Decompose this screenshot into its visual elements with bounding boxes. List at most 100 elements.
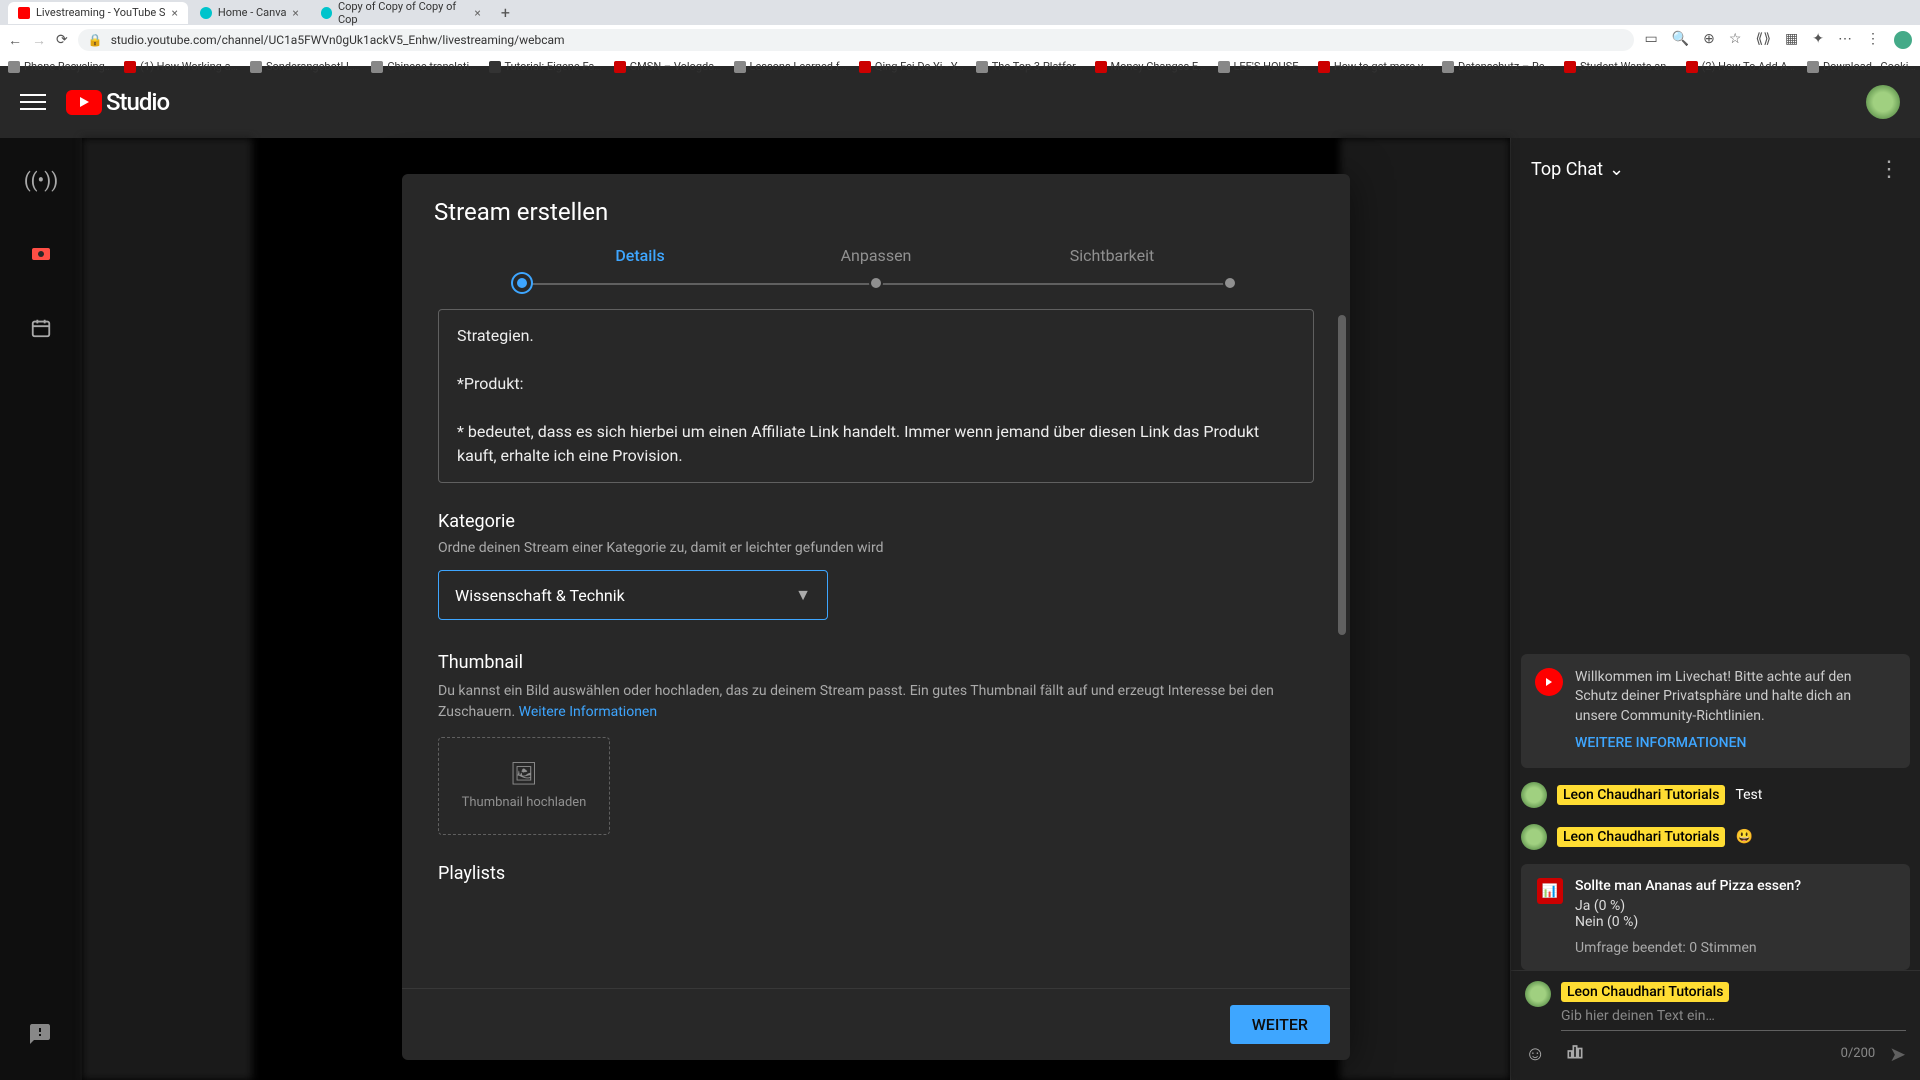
- browser-tab[interactable]: Home - Canva ×: [190, 2, 309, 24]
- author-badge[interactable]: Leon Chaudhari Tutorials: [1557, 827, 1725, 847]
- bookmark-icon: [124, 61, 136, 73]
- gift-icon[interactable]: ⊕: [1703, 31, 1715, 49]
- browser-tab[interactable]: Livestreaming - YouTube S ×: [8, 2, 188, 24]
- share-icon[interactable]: ⟪⟫: [1755, 31, 1771, 49]
- bookmark[interactable]: Datenschutz – Re…: [1442, 60, 1552, 73]
- poll-card: 📊 Sollte man Ananas auf Pizza essen? Ja …: [1521, 864, 1910, 970]
- emoji-button[interactable]: ☺: [1525, 1041, 1545, 1066]
- bookmark[interactable]: The Top 3 Platfor…: [976, 60, 1083, 73]
- poll-icon: 📊: [1537, 878, 1563, 904]
- browser-chrome: Livestreaming - YouTube S × Home - Canva…: [0, 0, 1920, 66]
- poll-option: Nein (0 %): [1575, 914, 1801, 930]
- account-avatar[interactable]: [1866, 85, 1900, 119]
- step-dot: [513, 274, 531, 292]
- star-icon[interactable]: ☆: [1729, 31, 1742, 49]
- chat-menu-button[interactable]: ⋮: [1878, 157, 1900, 182]
- bookmark-icon: [1318, 61, 1330, 73]
- stream-button[interactable]: ((•)): [19, 158, 63, 202]
- upload-thumbnail-button[interactable]: 🖼 Thumbnail hochladen: [438, 737, 610, 835]
- bookmark-icon: [1442, 61, 1454, 73]
- youtube-icon: [1535, 668, 1563, 696]
- category-select[interactable]: Wissenschaft & Technik ▼: [438, 570, 828, 620]
- canva-icon: [200, 7, 212, 19]
- bookmark[interactable]: Money Changes E…: [1095, 60, 1206, 73]
- chat-message: Leon Chaudhari Tutorials 😃: [1521, 822, 1910, 852]
- poll-option: Ja (0 %): [1575, 898, 1801, 914]
- feedback-button[interactable]: [28, 1022, 52, 1052]
- back-button[interactable]: ←: [8, 32, 22, 49]
- logo-text: Studio: [106, 88, 169, 116]
- menu-dots-icon[interactable]: ⋮: [1866, 31, 1880, 49]
- close-icon[interactable]: ×: [171, 6, 177, 20]
- bookmark[interactable]: Qing Fei De Yi - Y…: [859, 60, 964, 73]
- video-icon[interactable]: ▭: [1644, 31, 1657, 49]
- calendar-button[interactable]: [19, 306, 63, 350]
- lock-icon: 🔒: [88, 33, 103, 47]
- chevron-down-icon: ⌄: [1609, 159, 1624, 180]
- avatar: [1521, 824, 1547, 850]
- profile-icon[interactable]: [1894, 31, 1912, 49]
- author-badge[interactable]: Leon Chaudhari Tutorials: [1557, 785, 1725, 805]
- step-details[interactable]: Details: [522, 246, 758, 265]
- welcome-text: Willkommen im Livechat! Bitte achte auf …: [1575, 669, 1851, 724]
- bookmark[interactable]: LEE'S HOUSE…: [1218, 60, 1306, 73]
- send-button[interactable]: ➤: [1889, 1042, 1906, 1066]
- bookmark-icon: [1095, 61, 1107, 73]
- tab-label: Livestreaming - YouTube S: [36, 6, 165, 19]
- app-header: Studio: [0, 66, 1920, 138]
- bookmark[interactable]: Download - Cooki…: [1807, 60, 1916, 73]
- poll-status: Umfrage beendet: 0 Stimmen: [1575, 940, 1801, 956]
- close-icon[interactable]: ×: [474, 6, 480, 20]
- youtube-studio-logo[interactable]: Studio: [66, 88, 169, 116]
- left-rail: ((•)): [0, 138, 82, 1080]
- bookmark[interactable]: (2) How To Add A…: [1686, 60, 1795, 73]
- description-textarea[interactable]: Strategien. *Produkt: * bedeutet, dass e…: [438, 309, 1314, 483]
- reload-button[interactable]: ⟳: [56, 32, 68, 48]
- url-text: studio.youtube.com/channel/UC1a5FWVn0gUk…: [111, 33, 565, 47]
- tab-bar: Livestreaming - YouTube S × Home - Canva…: [0, 0, 1920, 25]
- chat-mode-select[interactable]: Top Chat ⌄: [1531, 159, 1624, 180]
- chat-body: Willkommen im Livechat! Bitte achte auf …: [1511, 200, 1920, 970]
- poll-button[interactable]: [1565, 1041, 1585, 1066]
- bookmark-icon: [250, 61, 262, 73]
- bookmark-icon: [1218, 61, 1230, 73]
- webcam-button[interactable]: [19, 232, 63, 276]
- bookmark[interactable]: Tutorial: Eigene Fa…: [489, 60, 602, 73]
- playlists-title: Playlists: [438, 863, 1314, 884]
- browser-tab[interactable]: Copy of Copy of Copy of Cop ×: [311, 0, 491, 30]
- bookmark[interactable]: How to get more v…: [1318, 60, 1430, 73]
- bookmark[interactable]: (1) How Working a…: [124, 60, 238, 73]
- new-tab-button[interactable]: +: [493, 3, 518, 22]
- bookmark[interactable]: Student Wants an…: [1564, 60, 1674, 73]
- more-info-link[interactable]: Weitere Informationen: [519, 704, 657, 720]
- forward-button[interactable]: →: [32, 32, 46, 49]
- close-icon[interactable]: ×: [292, 6, 298, 20]
- puzzle-icon[interactable]: ✦: [1812, 31, 1824, 49]
- bell-icon[interactable]: ⋯: [1838, 31, 1852, 49]
- next-button[interactable]: WEITER: [1230, 1005, 1330, 1044]
- bookmark-icon: [1807, 61, 1819, 73]
- more-info-link[interactable]: WEITERE INFORMATIONEN: [1575, 734, 1896, 754]
- hamburger-menu[interactable]: [20, 89, 46, 115]
- scrollbar-thumb[interactable]: [1338, 315, 1346, 635]
- bookmark-icon: [614, 61, 626, 73]
- step-visibility[interactable]: Sichtbarkeit: [994, 246, 1230, 265]
- youtube-icon: [18, 7, 30, 19]
- bookmark[interactable]: Lessons Learned f…: [734, 60, 847, 73]
- bookmark[interactable]: Phone Recycling…: [8, 60, 112, 73]
- bookmark[interactable]: GMSN – Vologda…: [614, 60, 722, 73]
- address-bar[interactable]: 🔒 studio.youtube.com/channel/UC1a5FWVn0g…: [78, 29, 1635, 51]
- upload-label: Thumbnail hochladen: [462, 795, 587, 810]
- chat-text-input[interactable]: Gib hier deinen Text ein…: [1561, 1004, 1906, 1031]
- bookmark[interactable]: Chinese translati…: [371, 60, 476, 73]
- dialog-body: Strategien. *Produkt: * bedeutet, dass e…: [402, 309, 1350, 988]
- bookmark[interactable]: Sonderangebot! L…: [250, 60, 359, 73]
- upload-image-icon: 🖼: [510, 762, 538, 787]
- create-stream-dialog: Stream erstellen Details Anpassen Sichtb…: [402, 174, 1350, 1060]
- step-customize[interactable]: Anpassen: [758, 246, 994, 265]
- chat-input-area: Leon Chaudhari Tutorials Gib hier deinen…: [1511, 970, 1920, 1080]
- tab-label: Home - Canva: [218, 6, 287, 19]
- zoom-icon[interactable]: 🔍: [1672, 31, 1689, 49]
- youtube-play-icon: [66, 90, 102, 115]
- grid-icon[interactable]: ▦: [1785, 31, 1798, 49]
